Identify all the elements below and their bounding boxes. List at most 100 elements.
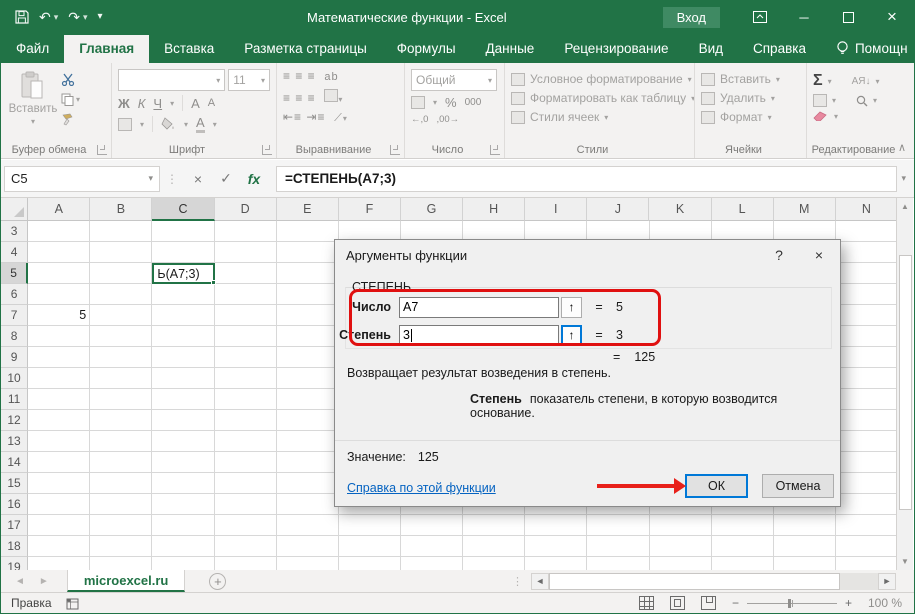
scroll-up-icon[interactable]: ▲ xyxy=(897,198,913,215)
formula-input[interactable]: =СТЕПЕНЬ(A7;3) xyxy=(276,166,897,192)
column-header-F[interactable]: F xyxy=(339,198,401,221)
column-header-I[interactable]: I xyxy=(525,198,587,221)
cell-D8[interactable] xyxy=(215,326,277,347)
next-sheet-icon[interactable]: ► xyxy=(39,576,49,587)
expand-formula-bar-icon[interactable]: ▾ xyxy=(901,173,914,184)
cell-J18[interactable] xyxy=(587,536,649,557)
cell-C16[interactable] xyxy=(152,494,214,515)
row-header-10[interactable]: 10 xyxy=(1,368,28,389)
cell-C15[interactable] xyxy=(152,473,214,494)
cell-D11[interactable] xyxy=(215,389,277,410)
customize-qat-icon[interactable]: ▾ xyxy=(98,12,103,22)
row-header-3[interactable]: 3 xyxy=(1,221,28,242)
cell-F17[interactable] xyxy=(339,515,401,536)
cell-C5[interactable]: Ь(A7;3) xyxy=(152,263,214,284)
arg-power-input[interactable]: 3 xyxy=(399,325,559,346)
maximize-icon[interactable] xyxy=(826,1,870,33)
cell-N7[interactable] xyxy=(836,305,898,326)
row-header-11[interactable]: 11 xyxy=(1,389,28,410)
cell-N13[interactable] xyxy=(836,431,898,452)
insert-cells-button[interactable]: Вставить▾ xyxy=(701,72,780,86)
row-header-7[interactable]: 7 xyxy=(1,305,28,326)
row-header-13[interactable]: 13 xyxy=(1,431,28,452)
cell-D4[interactable] xyxy=(215,242,277,263)
vertical-align-icons[interactable]: ≡ ≡ ≡ ab xyxy=(283,69,348,85)
cell-G18[interactable] xyxy=(401,536,463,557)
alignment-dialog-launcher-icon[interactable] xyxy=(390,145,400,155)
horizontal-scrollbar[interactable]: ◄ ► xyxy=(531,573,896,589)
percent-style-button[interactable]: % xyxy=(445,95,457,110)
cell-C13[interactable] xyxy=(152,431,214,452)
cell-B19[interactable] xyxy=(90,557,152,570)
zoom-slider-thumb[interactable] xyxy=(788,599,791,608)
page-layout-view-icon[interactable] xyxy=(670,596,685,610)
column-header-A[interactable]: A xyxy=(28,198,90,221)
cell-N15[interactable] xyxy=(836,473,898,494)
cell-F18[interactable] xyxy=(339,536,401,557)
redo-icon[interactable]: ↷ xyxy=(68,10,80,24)
conditional-formatting-button[interactable]: Условное форматирование▾ xyxy=(511,72,695,86)
cell-A15[interactable] xyxy=(28,473,90,494)
cell-A6[interactable] xyxy=(28,284,90,305)
cancel-button[interactable]: Отмена xyxy=(762,474,834,498)
cell-C8[interactable] xyxy=(152,326,214,347)
horizontal-scroll-thumb[interactable] xyxy=(549,573,840,590)
bold-button[interactable]: Ж xyxy=(118,96,130,111)
row-header-6[interactable]: 6 xyxy=(1,284,28,305)
column-header-K[interactable]: K xyxy=(649,198,711,221)
macro-record-icon[interactable] xyxy=(66,597,80,610)
cell-E11[interactable] xyxy=(277,389,339,410)
column-header-C[interactable]: C xyxy=(152,198,214,221)
page-break-view-icon[interactable] xyxy=(701,596,716,610)
paste-dropdown-icon[interactable]: ▾ xyxy=(31,117,35,126)
cell-K18[interactable] xyxy=(650,536,712,557)
vertical-scrollbar[interactable]: ▲ ▼ xyxy=(896,198,913,570)
cell-J19[interactable] xyxy=(587,557,649,570)
increase-decimal-icon[interactable]: ←,0 xyxy=(411,114,428,125)
cell-N14[interactable] xyxy=(836,452,898,473)
cell-E8[interactable] xyxy=(277,326,339,347)
tab-review[interactable]: Рецензирование xyxy=(549,35,683,63)
select-all-corner[interactable] xyxy=(1,198,28,221)
merge-center-icon[interactable] xyxy=(324,89,338,102)
tab-data[interactable]: Данные xyxy=(471,35,550,63)
zoom-in-icon[interactable]: + xyxy=(845,596,852,610)
cell-N10[interactable] xyxy=(836,368,898,389)
tab-view[interactable]: Вид xyxy=(684,35,738,63)
cell-A11[interactable] xyxy=(28,389,90,410)
column-header-H[interactable]: H xyxy=(463,198,525,221)
scroll-down-icon[interactable]: ▼ xyxy=(897,553,913,570)
cell-C19[interactable] xyxy=(152,557,214,570)
insert-function-icon[interactable]: fx xyxy=(240,171,268,187)
cell-B5[interactable] xyxy=(90,263,152,284)
cell-N11[interactable] xyxy=(836,389,898,410)
cell-B16[interactable] xyxy=(90,494,152,515)
cell-A8[interactable] xyxy=(28,326,90,347)
cell-E6[interactable] xyxy=(277,284,339,305)
fill-handle[interactable] xyxy=(211,280,216,285)
vertical-scroll-thumb[interactable] xyxy=(899,255,912,510)
arg-number-input[interactable]: A7 xyxy=(399,297,559,318)
collapse-dialog-icon-focused[interactable]: ↑ xyxy=(561,325,582,346)
cell-A17[interactable] xyxy=(28,515,90,536)
cell-N16[interactable] xyxy=(836,494,898,515)
cell-E14[interactable] xyxy=(277,452,339,473)
cell-G17[interactable] xyxy=(401,515,463,536)
cell-M18[interactable] xyxy=(774,536,836,557)
cell-E5[interactable] xyxy=(277,263,339,284)
cell-N17[interactable] xyxy=(836,515,898,536)
comma-style-button[interactable]: 000 xyxy=(465,97,482,108)
row-header-4[interactable]: 4 xyxy=(1,242,28,263)
redo-dropdown-icon[interactable]: ▾ xyxy=(83,12,88,23)
column-header-B[interactable]: B xyxy=(90,198,152,221)
fill-color-icon[interactable] xyxy=(161,117,176,131)
cell-N19[interactable] xyxy=(836,557,898,570)
orientation-icon[interactable]: ⟋ xyxy=(334,112,343,124)
paste-button[interactable]: Вставить ▾ xyxy=(7,67,59,126)
clear-eraser-icon[interactable] xyxy=(813,111,829,121)
underline-button[interactable]: Ч xyxy=(153,96,162,111)
cell-N6[interactable] xyxy=(836,284,898,305)
cell-B11[interactable] xyxy=(90,389,152,410)
cell-A3[interactable] xyxy=(28,221,90,242)
cell-B4[interactable] xyxy=(90,242,152,263)
